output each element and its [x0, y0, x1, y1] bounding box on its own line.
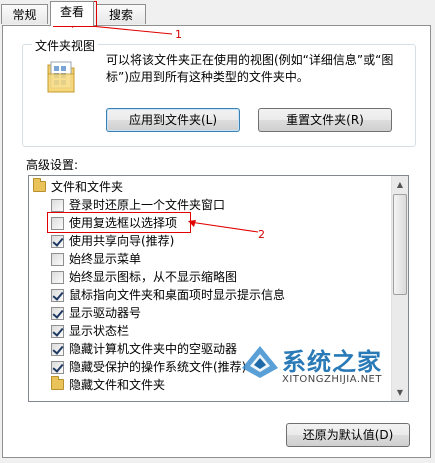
- checkbox[interactable]: [51, 199, 64, 212]
- folder-icon: [33, 178, 46, 192]
- annotation-box-checkbox-option: [47, 212, 191, 233]
- tab-bar: 常规 查看 搜索: [0, 0, 435, 26]
- annotation-arrow-2: [188, 220, 259, 233]
- annotation-marker-1: 1: [175, 28, 182, 41]
- watermark-logo-icon: [242, 346, 278, 378]
- checkbox[interactable]: [51, 361, 64, 374]
- list-item-label: 使用共享向导(推荐): [69, 234, 175, 248]
- tab-view[interactable]: 查看: [50, 1, 94, 26]
- list-item-label: 隐藏文件和文件夹: [69, 378, 166, 392]
- checkbox[interactable]: [51, 253, 64, 266]
- watermark-url: XITONGZHIJIA.NET: [282, 374, 382, 385]
- checkbox[interactable]: [51, 289, 64, 302]
- tab-general[interactable]: 常规: [1, 4, 48, 24]
- list-item-label: 隐藏受保护的操作系统文件(推荐): [69, 360, 247, 374]
- checkbox[interactable]: [51, 307, 64, 320]
- restore-defaults-label: 还原为默认值(D): [302, 428, 394, 442]
- checkbox[interactable]: [51, 325, 64, 338]
- watermark-title: 系统之家: [282, 348, 382, 376]
- checkbox[interactable]: [51, 235, 64, 248]
- scrollbar-thumb[interactable]: [393, 194, 407, 295]
- reset-folders-label: 重置文件夹(R): [286, 113, 364, 127]
- checkbox[interactable]: [51, 271, 64, 284]
- folder-icon: [51, 376, 64, 390]
- scroll-up-icon[interactable]: ▲: [392, 176, 408, 193]
- tab-general-label: 常规: [12, 8, 37, 22]
- list-item-label: 显示驱动器号: [69, 306, 142, 320]
- reset-folders-button[interactable]: 重置文件夹(R): [258, 108, 392, 132]
- list-item-label: 始终显示菜单: [69, 252, 142, 266]
- list-item-label: 鼠标指向文件夹和桌面项时显示提示信息: [69, 288, 286, 302]
- advanced-settings-title: 高级设置:: [26, 158, 79, 172]
- apply-to-folders-label: 应用到文件夹(L): [128, 113, 218, 127]
- tab-view-label: 查看: [59, 5, 84, 19]
- watermark: 系统之家 XITONGZHIJIA.NET: [238, 338, 428, 394]
- list-item-label: 隐藏计算机文件夹中的空驱动器: [69, 342, 238, 356]
- checkbox[interactable]: [51, 343, 64, 356]
- annotation-marker-2: 2: [258, 228, 265, 241]
- restore-defaults-button[interactable]: 还原为默认值(D): [286, 423, 410, 447]
- folder-views-icon: [46, 60, 76, 94]
- list-item-label: 文件和文件夹: [51, 180, 124, 194]
- list-item-label: 显示状态栏: [69, 324, 130, 338]
- folder-views-description: 可以将该文件夹正在使用的视图(例如“详细信息”或“图标”)应用到所有这种类型的文…: [106, 53, 394, 84]
- list-item-label: 始终显示图标，从不显示缩略图: [69, 270, 238, 284]
- apply-to-folders-button[interactable]: 应用到文件夹(L): [106, 108, 240, 132]
